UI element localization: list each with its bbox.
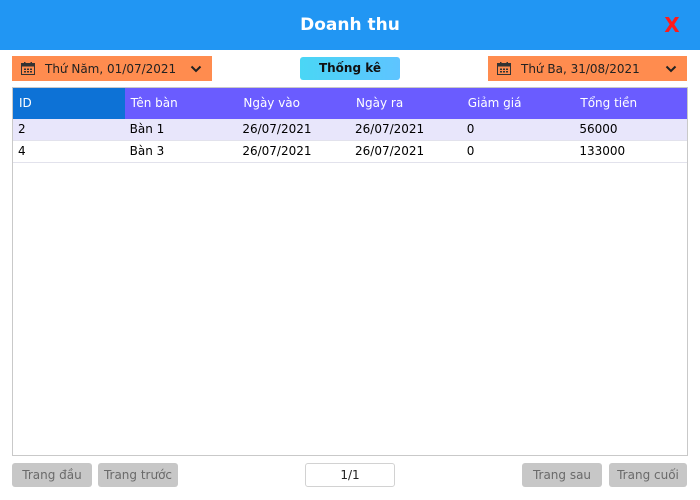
cell-id: 2: [18, 122, 26, 136]
calendar-icon: [21, 62, 35, 75]
statistics-button[interactable]: Thống kê: [300, 57, 400, 80]
cell-discount: 0: [466, 122, 475, 136]
page-indicator: 1/1: [305, 463, 395, 487]
to-date-value: Thứ Ba, 31/08/2021: [521, 61, 640, 76]
column-header-discount[interactable]: Giảm giá: [462, 88, 575, 119]
cell-table-name: Bàn 1: [129, 122, 165, 136]
calendar-icon: [497, 62, 511, 75]
cell-date-in: 26/07/2021: [242, 122, 312, 136]
last-page-button[interactable]: Trang cuối: [609, 463, 687, 487]
to-date-picker[interactable]: Thứ Ba, 31/08/2021: [488, 56, 687, 81]
column-header-total[interactable]: Tổng tiền: [574, 88, 687, 119]
column-header-date-out[interactable]: Ngày ra: [350, 88, 462, 119]
from-date-value: Thứ Năm, 01/07/2021: [45, 61, 177, 76]
cell-date-out: 26/07/2021: [355, 144, 425, 158]
cell-date-out: 26/07/2021: [355, 122, 425, 136]
table-header: ID Tên bàn Ngày vào Ngày ra Giảm giá Tổn…: [13, 88, 687, 119]
chevron-down-icon: [665, 65, 677, 72]
cell-date-in: 26/07/2021: [242, 144, 312, 158]
title-bar: Doanh thu X: [0, 0, 700, 50]
cell-id: 4: [18, 144, 26, 158]
column-header-date-in[interactable]: Ngày vào: [237, 88, 350, 119]
cell-total: 133000: [579, 144, 626, 158]
table-row[interactable]: 2 Bàn 1 26/07/2021 26/07/2021 0 56000: [13, 119, 687, 141]
window-title: Doanh thu: [300, 15, 400, 35]
cell-discount: 0: [466, 144, 475, 158]
from-date-picker[interactable]: Thứ Năm, 01/07/2021: [12, 56, 212, 81]
first-page-button[interactable]: Trang đầu: [12, 463, 92, 487]
table-row[interactable]: 4 Bàn 3 26/07/2021 26/07/2021 0 133000: [13, 141, 687, 163]
previous-page-button[interactable]: Trang trước: [98, 463, 178, 487]
revenue-table[interactable]: ID Tên bàn Ngày vào Ngày ra Giảm giá Tổn…: [12, 87, 688, 456]
column-header-table-name[interactable]: Tên bàn: [125, 88, 238, 119]
cell-table-name: Bàn 3: [129, 144, 165, 158]
next-page-button[interactable]: Trang sau: [522, 463, 602, 487]
column-header-id[interactable]: ID: [13, 88, 125, 119]
cell-total: 56000: [579, 122, 618, 136]
chevron-down-icon: [190, 65, 202, 72]
close-button[interactable]: X: [663, 14, 681, 36]
